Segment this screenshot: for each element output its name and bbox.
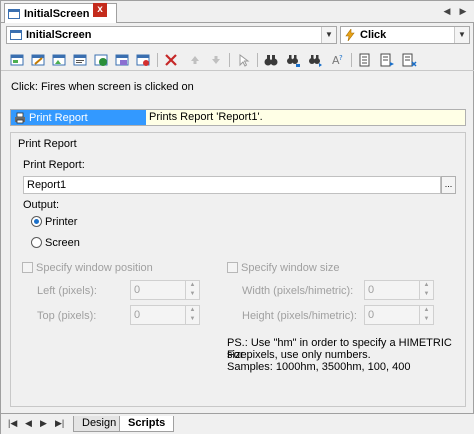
- script-editor-window: InitialScreen x ◀ ▶ InitialScreen ▼ Clic…: [0, 0, 474, 434]
- event-select[interactable]: Click ▼: [340, 26, 470, 44]
- move-down-icon[interactable]: [208, 52, 224, 68]
- object-select[interactable]: InitialScreen ▼: [6, 26, 337, 44]
- spinner-arrows-icon[interactable]: ▲ ▼: [185, 281, 199, 299]
- screen-radio[interactable]: [31, 237, 42, 248]
- previous-tab-icon[interactable]: ◀: [25, 418, 32, 429]
- chevron-down-icon[interactable]: ▼: [454, 27, 469, 43]
- bookmark-clear-icon[interactable]: [401, 52, 417, 68]
- spinner-arrows-icon[interactable]: ▲ ▼: [419, 306, 433, 324]
- edit-script-icon[interactable]: [30, 52, 46, 68]
- ps-note-line3: Samples: 1000hm, 3500hm, 100, 400: [227, 361, 411, 373]
- lightning-icon: [345, 29, 355, 41]
- delete-icon[interactable]: [163, 52, 179, 68]
- left-spinner[interactable]: 0 ▲ ▼: [130, 280, 200, 300]
- spinner-arrows-icon[interactable]: ▲ ▼: [185, 306, 199, 324]
- window-size-label: Specify window size: [241, 262, 340, 274]
- bottom-tab-bar: |◀ ◀ ▶ ▶| Design Scripts: [1, 413, 474, 434]
- scroll-right-icon[interactable]: ▶: [457, 5, 469, 17]
- ps-note-line2: For pixels, use only numbers.: [227, 349, 371, 361]
- left-value: 0: [134, 284, 141, 296]
- screen-icon: [8, 8, 20, 19]
- move-up-icon[interactable]: [187, 52, 203, 68]
- left-label: Left (pixels):: [37, 285, 97, 297]
- browse-button[interactable]: ...: [441, 176, 456, 194]
- tab-title: InitialScreen: [24, 7, 90, 20]
- printer-radio[interactable]: [31, 216, 42, 227]
- script-name-cell[interactable]: Print Report: [11, 110, 146, 125]
- find-next-icon[interactable]: [307, 52, 323, 68]
- script-description: Prints Report 'Report1'.: [149, 111, 263, 123]
- save-icon[interactable]: [135, 52, 151, 68]
- bookmark-icon[interactable]: [357, 52, 373, 68]
- scroll-left-icon[interactable]: ◀: [441, 5, 453, 17]
- script-toolbar: A?: [1, 49, 474, 71]
- screen-icon: [10, 30, 22, 40]
- next-tab-icon[interactable]: ▶: [40, 418, 47, 429]
- record-icon[interactable]: [93, 52, 109, 68]
- tab-design[interactable]: Design: [73, 416, 126, 432]
- output-label: Output:: [23, 199, 60, 211]
- width-label: Width (pixels/himetric):: [242, 285, 354, 297]
- new-script-icon[interactable]: [9, 52, 25, 68]
- toolbar-separator: [157, 53, 158, 67]
- properties-icon[interactable]: [72, 52, 88, 68]
- event-select-value: Click: [360, 29, 387, 41]
- close-tab-button[interactable]: x: [93, 3, 107, 17]
- document-tab-strip: InitialScreen x ◀ ▶: [1, 1, 474, 23]
- top-spinner[interactable]: 0 ▲ ▼: [130, 305, 200, 325]
- object-select-value: InitialScreen: [26, 29, 92, 41]
- script-name: Print Report: [29, 111, 88, 124]
- replace-icon[interactable]: [285, 52, 301, 68]
- height-spinner[interactable]: 0 ▲ ▼: [364, 305, 434, 325]
- top-value: 0: [134, 309, 141, 321]
- printer-radio-label[interactable]: Printer: [45, 216, 77, 228]
- toolbar-separator: [257, 53, 258, 67]
- bookmark-next-icon[interactable]: [379, 52, 395, 68]
- find-icon[interactable]: [263, 52, 279, 68]
- first-tab-icon[interactable]: |◀: [8, 418, 17, 429]
- chevron-down-icon[interactable]: ▼: [321, 27, 336, 43]
- export-icon[interactable]: [114, 52, 130, 68]
- height-value: 0: [368, 309, 375, 321]
- printer-icon: [15, 112, 25, 123]
- svg-text:?: ?: [339, 54, 343, 62]
- tab-scripts[interactable]: Scripts: [119, 416, 175, 432]
- width-spinner[interactable]: 0 ▲ ▼: [364, 280, 434, 300]
- window-position-checkbox[interactable]: [22, 262, 33, 273]
- width-value: 0: [368, 284, 375, 296]
- top-label: Top (pixels):: [37, 310, 97, 322]
- window-size-checkbox[interactable]: [227, 262, 238, 273]
- event-description: Click: Fires when screen is clicked on: [11, 81, 194, 93]
- group-title: Print Report: [18, 138, 77, 150]
- report-input[interactable]: Report1: [23, 176, 441, 194]
- report-label: Print Report:: [23, 159, 85, 171]
- cursor-icon[interactable]: [235, 52, 251, 68]
- window-position-label: Specify window position: [36, 262, 153, 274]
- screen-radio-label[interactable]: Screen: [45, 237, 80, 249]
- image-icon[interactable]: [51, 52, 67, 68]
- script-list-row[interactable]: Print Report Prints Report 'Report1'.: [10, 109, 466, 126]
- toolbar-separator: [229, 53, 230, 67]
- spinner-arrows-icon[interactable]: ▲ ▼: [419, 281, 433, 299]
- last-tab-icon[interactable]: ▶|: [55, 418, 64, 429]
- toolbar-separator: [351, 53, 352, 67]
- height-label: Height (pixels/himetric):: [242, 310, 357, 322]
- help-icon[interactable]: A?: [329, 52, 345, 68]
